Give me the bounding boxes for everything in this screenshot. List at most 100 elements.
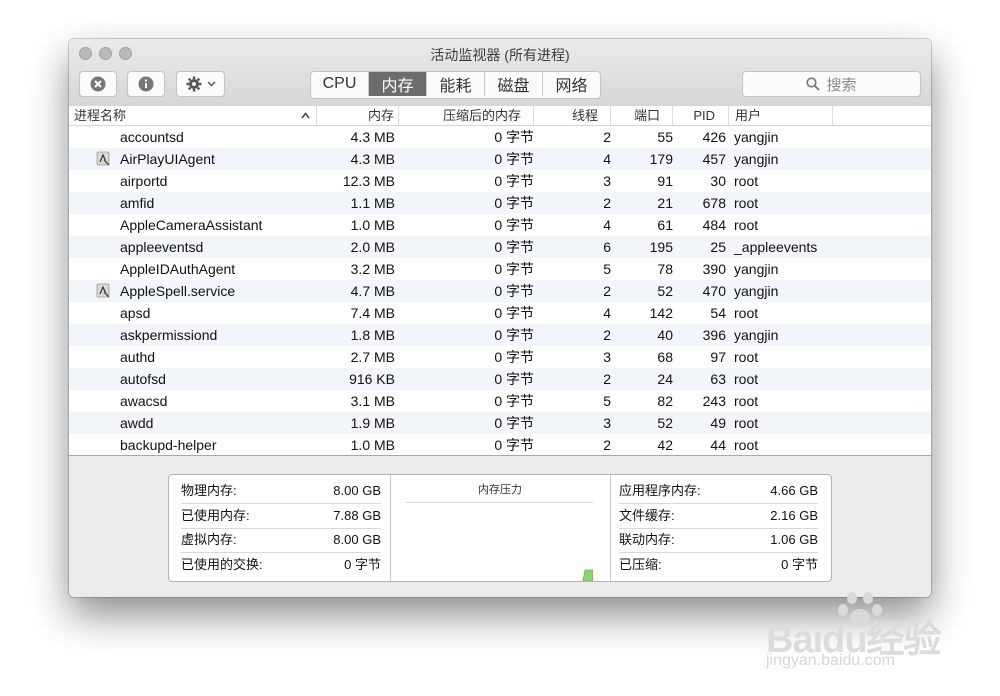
window-title: 活动监视器 (所有进程): [430, 47, 570, 63]
cell-compressed-memory: 0 字节: [494, 437, 534, 453]
divider: [610, 475, 611, 581]
cell-compressed-memory: 0 字节: [494, 327, 534, 343]
column-header-name[interactable]: 进程名称: [69, 106, 317, 125]
stat-value: 1.06 GB: [770, 532, 818, 547]
cell-ports: 68: [657, 349, 673, 365]
activity-monitor-window: 活动监视器 (所有进程) CPU 内存 能耗 磁盘 网络 搜索 进程名称 内存 …: [69, 39, 931, 597]
chevron-down-icon: [206, 81, 216, 87]
cell-process-name: awacsd: [120, 393, 168, 409]
cell-threads: 2: [603, 129, 611, 145]
table-row[interactable]: backupd-helper 1.0 MB 0 字节 2 42 44 root: [69, 434, 931, 456]
table-row[interactable]: AppleCameraAssistant 1.0 MB 0 字节 4 61 484 root: [69, 214, 931, 236]
title-bar: 活动监视器 (所有进程) CPU 内存 能耗 磁盘 网络 搜索: [69, 39, 931, 107]
table-row[interactable]: authd 2.7 MB 0 字节 3 68 97 root: [69, 346, 931, 368]
cell-memory: 1.8 MB: [350, 327, 395, 343]
tab-network[interactable]: 网络: [543, 72, 600, 96]
cell-pid: 49: [710, 415, 726, 431]
cell-compressed-memory: 0 字节: [494, 349, 534, 365]
cell-ports: 195: [649, 239, 673, 255]
table-row[interactable]: amfid 1.1 MB 0 字节 2 21 678 root: [69, 192, 931, 214]
search-field[interactable]: 搜索: [742, 71, 921, 97]
cell-pid: 457: [702, 151, 726, 167]
view-tabs: CPU 内存 能耗 磁盘 网络: [310, 71, 601, 99]
column-header-compressed[interactable]: 压缩后的内存: [399, 106, 534, 125]
cell-threads: 4: [603, 305, 611, 321]
cell-process-name: askpermissiond: [120, 327, 218, 343]
tab-memory[interactable]: 内存: [369, 72, 427, 96]
inspect-process-button[interactable]: [127, 71, 165, 97]
cell-memory: 4.3 MB: [350, 129, 395, 145]
stat-virtual-memory: 虚拟内存: 8.00 GB: [181, 528, 381, 552]
column-header-ports[interactable]: 端口: [611, 106, 673, 125]
cell-threads: 3: [603, 349, 611, 365]
column-header-threads[interactable]: 线程: [534, 106, 611, 125]
cell-compressed-memory: 0 字节: [494, 129, 534, 145]
cell-compressed-memory: 0 字节: [494, 371, 534, 387]
stat-physical-memory: 物理内存: 8.00 GB: [181, 479, 381, 503]
process-table: 进程名称 内存 压缩后的内存 线程 端口 PID 用户 accountsd 4.3…: [69, 106, 931, 455]
cell-pid: 97: [710, 349, 726, 365]
cell-user: yangjin: [734, 283, 779, 299]
table-row[interactable]: askpermissiond 1.8 MB 0 字节 2 40 396 yangjin: [69, 324, 931, 346]
tab-disk[interactable]: 磁盘: [485, 72, 543, 96]
cell-threads: 2: [603, 283, 611, 299]
search-icon: [806, 77, 821, 91]
cell-process-name: appleeventsd: [120, 239, 204, 255]
cell-pid: 25: [710, 239, 726, 255]
stat-value: 0 字节: [344, 557, 381, 572]
cell-pid: 426: [702, 129, 726, 145]
cell-user: root: [734, 305, 759, 321]
cell-ports: 82: [657, 393, 673, 409]
cell-pid: 678: [702, 195, 726, 211]
table-row[interactable]: awdd 1.9 MB 0 字节 3 52 49 root: [69, 412, 931, 434]
stat-value: 7.88 GB: [333, 508, 381, 523]
cell-process-name: AppleCameraAssistant: [120, 217, 263, 233]
memory-pressure-graph: [582, 569, 593, 581]
cell-pid: 63: [710, 371, 726, 387]
cell-user: yangjin: [734, 129, 779, 145]
tab-cpu[interactable]: CPU: [311, 72, 369, 96]
cell-process-name: apsd: [120, 305, 151, 321]
cell-pid: 470: [702, 283, 726, 299]
cell-compressed-memory: 0 字节: [494, 415, 534, 431]
cell-user: yangjin: [734, 151, 779, 167]
column-header-user[interactable]: 用户: [729, 106, 833, 125]
cell-process-name: AirPlayUIAgent: [120, 151, 215, 167]
table-row[interactable]: autofsd 916 KB 0 字节 2 24 63 root: [69, 368, 931, 390]
table-row[interactable]: airportd 12.3 MB 0 字节 3 91 30 root: [69, 170, 931, 192]
cell-memory: 12.3 MB: [342, 173, 395, 189]
cell-threads: 5: [603, 261, 611, 277]
tab-energy[interactable]: 能耗: [427, 72, 485, 96]
stat-value: 0 字节: [781, 557, 818, 572]
table-row[interactable]: apsd 7.4 MB 0 字节 4 142 54 root: [69, 302, 931, 324]
table-row[interactable]: awacsd 3.1 MB 0 字节 5 82 243 root: [69, 390, 931, 412]
cell-ports: 91: [657, 173, 673, 189]
column-header-memory[interactable]: 内存: [317, 106, 399, 125]
cell-memory: 3.2 MB: [350, 261, 395, 277]
table-row[interactable]: AppleIDAuthAgent 3.2 MB 0 字节 5 78 390 yangjin: [69, 258, 931, 280]
stat-value: 8.00 GB: [333, 532, 381, 547]
cell-ports: 55: [657, 129, 673, 145]
cell-pid: 30: [710, 173, 726, 189]
stat-wired-memory: 联动内存: 1.06 GB: [619, 528, 818, 552]
stat-memory-used: 已使用内存: 7.88 GB: [181, 504, 381, 528]
cell-process-name: authd: [120, 349, 156, 365]
column-header-pid[interactable]: PID: [673, 106, 729, 125]
cell-memory: 2.0 MB: [350, 239, 395, 255]
cell-memory: 916 KB: [349, 371, 395, 387]
stat-value: 2.16 GB: [770, 508, 818, 523]
action-menu-button[interactable]: [176, 71, 225, 97]
cell-memory: 2.7 MB: [350, 349, 395, 365]
cell-compressed-memory: 0 字节: [494, 239, 534, 255]
cell-memory: 4.7 MB: [350, 283, 395, 299]
app-icon: [96, 283, 110, 298]
cell-pid: 396: [702, 327, 726, 343]
quit-process-button[interactable]: [79, 71, 117, 97]
cell-compressed-memory: 0 字节: [494, 283, 534, 299]
table-row[interactable]: appleeventsd 2.0 MB 0 字节 6 195 25 _appleevents: [69, 236, 931, 258]
table-row[interactable]: AppleSpell.service 4.7 MB 0 字节 2 52 470 yangji…: [69, 280, 931, 302]
cell-ports: 21: [657, 195, 673, 211]
table-row[interactable]: accountsd 4.3 MB 0 字节 2 55 426 yangjin: [69, 126, 931, 148]
cell-memory: 3.1 MB: [350, 393, 395, 409]
table-row[interactable]: AirPlayUIAgent 4.3 MB 0 字节 4 179 457 yangjin: [69, 148, 931, 170]
